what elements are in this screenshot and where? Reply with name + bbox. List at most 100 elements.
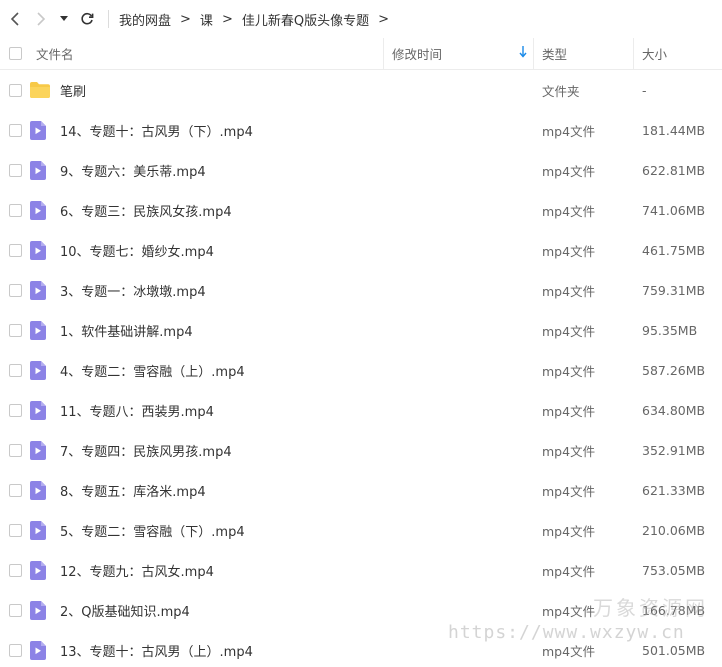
column-header-size[interactable]: 大小 <box>634 38 722 70</box>
file-row[interactable]: 7、专题四：民族风男孩.mp4 mp4文件 352.91MB <box>0 430 722 470</box>
file-name[interactable]: 11、专题八：西装男.mp4 <box>60 401 534 420</box>
file-type: mp4文件 <box>542 323 596 339</box>
navigation-bar: 我的网盘 > 课 > 佳儿新春Q版头像专题 > <box>0 0 722 38</box>
video-file-icon <box>30 320 60 340</box>
file-name[interactable]: 10、专题七：婚纱女.mp4 <box>60 241 534 260</box>
row-checkbox[interactable] <box>8 603 22 617</box>
chevron-right-icon <box>37 12 46 26</box>
file-type: mp4文件 <box>542 523 596 539</box>
file-row[interactable]: 2、Q版基础知识.mp4 mp4文件 166.78MB <box>0 590 722 630</box>
file-size: 753.05MB <box>642 562 706 578</box>
file-type: mp4文件 <box>542 643 596 659</box>
history-dropdown-button[interactable] <box>54 0 74 38</box>
file-row[interactable]: 6、专题三：民族风女孩.mp4 mp4文件 741.06MB <box>0 190 722 230</box>
file-name[interactable]: 4、专题二：雪容融（上）.mp4 <box>60 361 534 380</box>
row-checkbox[interactable] <box>8 323 22 337</box>
column-header-name[interactable]: 文件名 <box>30 37 384 70</box>
video-file-icon <box>30 560 60 580</box>
row-checkbox-cell <box>0 203 30 217</box>
file-size: 95.35MB <box>642 322 698 338</box>
file-row[interactable]: 11、专题八：西装男.mp4 mp4文件 634.80MB <box>0 390 722 430</box>
file-row[interactable]: 笔刷 文件夹 - <box>0 70 722 110</box>
row-checkbox-cell <box>0 403 30 417</box>
nav-divider <box>108 10 109 28</box>
file-size: 634.80MB <box>642 402 706 418</box>
row-checkbox[interactable] <box>8 643 22 657</box>
file-type: mp4文件 <box>542 203 596 219</box>
file-row[interactable]: 13、专题十：古风男（上）.mp4 mp4文件 501.05MB <box>0 630 722 667</box>
row-checkbox-cell <box>0 163 30 177</box>
file-size: 759.31MB <box>642 282 706 298</box>
video-file-icon <box>30 200 60 220</box>
row-checkbox-cell <box>0 563 30 577</box>
breadcrumb-separator: > <box>378 11 389 27</box>
video-file-icon <box>30 280 60 300</box>
file-row[interactable]: 8、专题五：库洛米.mp4 mp4文件 621.33MB <box>0 470 722 510</box>
row-checkbox[interactable] <box>8 443 22 457</box>
file-row[interactable]: 10、专题七：婚纱女.mp4 mp4文件 461.75MB <box>0 230 722 270</box>
row-checkbox-cell <box>0 243 30 257</box>
row-checkbox[interactable] <box>8 563 22 577</box>
file-size: 587.26MB <box>642 362 706 378</box>
file-row[interactable]: 3、专题一：冰墩墩.mp4 mp4文件 759.31MB <box>0 270 722 310</box>
breadcrumb-separator: > <box>221 11 233 27</box>
file-type: mp4文件 <box>542 243 596 259</box>
file-name[interactable]: 8、专题五：库洛米.mp4 <box>60 481 534 500</box>
file-name[interactable]: 3、专题一：冰墩墩.mp4 <box>60 281 534 300</box>
row-checkbox[interactable] <box>8 403 22 417</box>
row-checkbox[interactable] <box>8 283 22 297</box>
refresh-icon <box>81 12 94 25</box>
file-type: mp4文件 <box>542 563 596 579</box>
row-checkbox[interactable] <box>8 243 22 257</box>
file-row[interactable]: 4、专题二：雪容融（上）.mp4 mp4文件 587.26MB <box>0 350 722 390</box>
column-header-mtime[interactable]: 修改时间 <box>384 37 534 70</box>
row-checkbox-cell <box>0 283 30 297</box>
row-checkbox[interactable] <box>8 83 22 97</box>
file-name[interactable]: 14、专题十：古风男（下）.mp4 <box>60 121 534 140</box>
back-button[interactable] <box>2 0 28 38</box>
file-size: 741.06MB <box>642 202 706 218</box>
row-checkbox-cell <box>0 523 30 537</box>
file-list-header: 文件名 修改时间 类型 大小 <box>0 37 722 70</box>
file-row[interactable]: 14、专题十：古风男（下）.mp4 mp4文件 181.44MB <box>0 110 722 150</box>
column-header-type[interactable]: 类型 <box>534 37 634 70</box>
row-checkbox[interactable] <box>8 163 22 177</box>
file-name[interactable]: 2、Q版基础知识.mp4 <box>60 601 534 620</box>
row-checkbox-cell <box>0 643 30 657</box>
video-file-icon <box>30 400 60 420</box>
row-checkbox[interactable] <box>8 483 22 497</box>
breadcrumb-root[interactable]: 我的网盘 <box>119 10 171 29</box>
file-type: mp4文件 <box>542 443 596 459</box>
sort-descending-icon <box>519 45 527 61</box>
file-row[interactable]: 9、专题六：美乐蒂.mp4 mp4文件 622.81MB <box>0 150 722 190</box>
file-row[interactable]: 5、专题二：雪容融（下）.mp4 mp4文件 210.06MB <box>0 510 722 550</box>
file-name[interactable]: 12、专题九：古风女.mp4 <box>60 561 534 580</box>
forward-button[interactable] <box>28 0 54 38</box>
file-size: 181.44MB <box>642 122 706 138</box>
file-type: mp4文件 <box>542 603 596 619</box>
video-file-icon <box>30 480 60 500</box>
row-checkbox[interactable] <box>8 363 22 377</box>
file-name[interactable]: 1、软件基础讲解.mp4 <box>60 321 534 340</box>
video-file-icon <box>30 640 60 660</box>
file-row[interactable]: 1、软件基础讲解.mp4 mp4文件 95.35MB <box>0 310 722 350</box>
file-size: - <box>642 82 647 98</box>
file-name[interactable]: 6、专题三：民族风女孩.mp4 <box>60 201 534 220</box>
breadcrumb-current-folder[interactable]: 佳儿新春Q版头像专题 <box>242 10 369 29</box>
column-header-mtime-label: 修改时间 <box>392 47 443 62</box>
chevron-left-icon <box>10 12 19 26</box>
file-name[interactable]: 13、专题十：古风男（上）.mp4 <box>60 641 534 660</box>
row-checkbox[interactable] <box>8 203 22 217</box>
file-name[interactable]: 笔刷 <box>60 81 534 100</box>
breadcrumb-course[interactable]: 课 <box>200 10 213 29</box>
row-checkbox[interactable] <box>8 123 22 137</box>
row-checkbox[interactable] <box>8 523 22 537</box>
refresh-button[interactable] <box>74 0 100 38</box>
select-all-checkbox[interactable] <box>8 47 22 60</box>
file-row[interactable]: 12、专题九：古风女.mp4 mp4文件 753.05MB <box>0 550 722 590</box>
file-name[interactable]: 5、专题二：雪容融（下）.mp4 <box>60 521 534 540</box>
file-name[interactable]: 9、专题六：美乐蒂.mp4 <box>60 161 534 180</box>
file-name[interactable]: 7、专题四：民族风男孩.mp4 <box>60 441 534 460</box>
caret-down-icon <box>60 16 68 21</box>
row-checkbox-cell <box>0 83 30 97</box>
